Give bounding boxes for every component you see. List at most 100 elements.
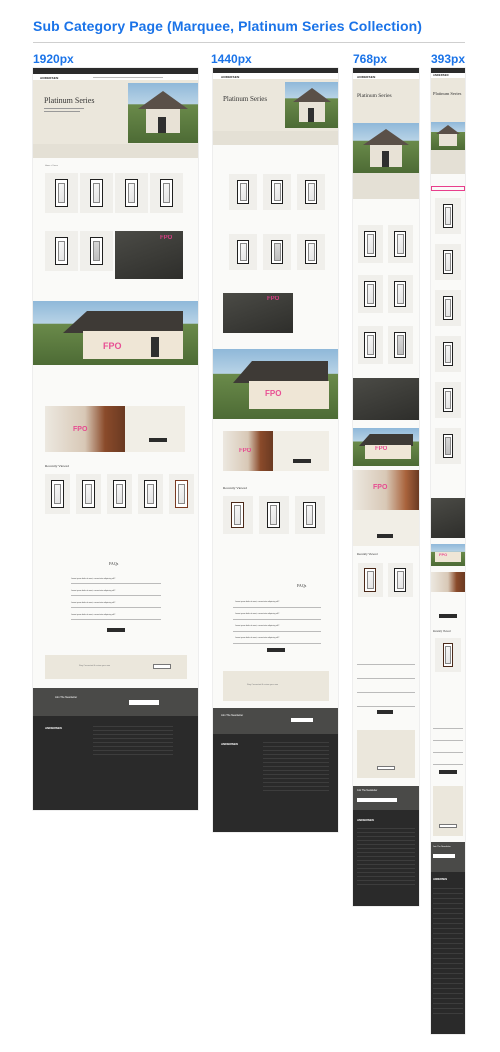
faq-question[interactable]: Lorem ipsum dolor sit amet, consectetur … — [71, 578, 115, 580]
faq-question[interactable]: Lorem ipsum dolor sit amet, consectetur … — [235, 637, 279, 639]
feature-cta[interactable] — [293, 459, 311, 463]
recent-card[interactable] — [76, 474, 101, 514]
newsletter-heading: Join The Newsletter — [221, 714, 244, 717]
brand-logo[interactable]: ANDERSEN — [221, 75, 239, 79]
faq-question[interactable]: Lorem ipsum dolor sit amet, consectetur … — [235, 613, 279, 615]
nav-links[interactable] — [93, 76, 163, 78]
product-card[interactable] — [358, 275, 383, 313]
newsletter-email-input[interactable] — [357, 798, 397, 802]
faq-more-button[interactable] — [267, 648, 285, 652]
promo-tile[interactable] — [431, 498, 465, 538]
recent-card[interactable] — [295, 496, 325, 534]
hero-title: Platinum Series — [223, 95, 268, 103]
recent-card[interactable] — [107, 474, 132, 514]
faq-divider — [71, 595, 161, 596]
product-card[interactable] — [80, 231, 113, 271]
footer-logo[interactable]: ANDERSEN — [221, 742, 238, 746]
footer: ANDERSEN — [353, 810, 419, 906]
product-card[interactable] — [115, 173, 148, 213]
newsletter-email-input[interactable] — [433, 854, 455, 858]
fpo-placeholder: FPO — [239, 448, 252, 454]
faq-divider — [433, 764, 463, 765]
fpo-placeholder: FPO — [73, 426, 88, 433]
product-card[interactable] — [388, 326, 413, 364]
footer: ANDERSEN — [33, 716, 198, 810]
feature-block — [431, 572, 465, 592]
breakpoint-label-768: 768px — [353, 52, 388, 66]
recent-card[interactable] — [223, 496, 253, 534]
footer-links[interactable] — [263, 742, 329, 792]
newsletter: Join The Newsletter — [353, 786, 419, 810]
promo-tile[interactable] — [353, 378, 419, 420]
promo-tile[interactable]: FPO — [115, 231, 183, 279]
product-card[interactable] — [435, 428, 461, 464]
faq-divider — [233, 631, 321, 632]
recent-card[interactable] — [138, 474, 163, 514]
product-card[interactable] — [435, 244, 461, 280]
footer-links[interactable] — [433, 888, 463, 1018]
recently-viewed-heading: Recently Viewed — [45, 464, 69, 468]
product-card[interactable] — [45, 231, 78, 271]
product-card[interactable] — [388, 275, 413, 313]
product-card[interactable] — [80, 173, 113, 213]
newsletter-heading: Join The Newsletter — [55, 696, 78, 699]
recent-card[interactable] — [388, 563, 413, 597]
faq-question[interactable]: Lorem ipsum dolor sit amet, consectetur … — [71, 602, 115, 604]
product-card[interactable] — [435, 382, 461, 418]
recent-card[interactable] — [169, 474, 194, 514]
brand-logo[interactable]: ANDERSEN — [40, 76, 58, 80]
store-banner-button[interactable] — [439, 824, 457, 828]
hero-title: Platinum Series — [433, 91, 462, 96]
product-card[interactable] — [388, 225, 413, 263]
product-card[interactable] — [435, 290, 461, 326]
product-card[interactable] — [297, 234, 325, 270]
feature-cta[interactable] — [439, 614, 457, 618]
lifestyle-image: FPO — [431, 544, 465, 566]
brand-logo[interactable]: ANDERSEN — [433, 74, 449, 77]
recent-card[interactable] — [45, 474, 70, 514]
newsletter-email-input[interactable] — [291, 718, 313, 722]
product-card[interactable] — [297, 174, 325, 210]
store-banner-button[interactable] — [153, 664, 171, 669]
faq-more-button[interactable] — [439, 770, 457, 774]
footer-logo[interactable]: ANDERSEN — [45, 726, 62, 730]
feature-cta[interactable] — [377, 534, 393, 538]
footer-logo[interactable]: ANDERSEN — [357, 818, 374, 822]
recent-card[interactable] — [259, 496, 289, 534]
promo-tile[interactable]: FPO — [223, 293, 293, 333]
hero-image — [431, 122, 465, 150]
faq-more-button[interactable] — [107, 628, 125, 632]
product-card[interactable] — [435, 336, 461, 372]
product-card[interactable] — [358, 225, 383, 263]
filter-bar-highlight[interactable] — [431, 186, 465, 191]
recent-card[interactable] — [358, 563, 383, 597]
faq-question[interactable]: Lorem ipsum dolor sit amet, consectetur … — [71, 590, 115, 592]
recent-card[interactable] — [435, 638, 461, 672]
hero-copy — [44, 108, 84, 109]
hero-image — [128, 83, 198, 143]
product-card[interactable] — [435, 198, 461, 234]
feature-block: FPO — [223, 431, 329, 471]
fpo-placeholder: FPO — [439, 552, 448, 557]
newsletter-email-input[interactable] — [129, 700, 159, 705]
footer-links[interactable] — [357, 828, 415, 888]
faq-question[interactable]: Lorem ipsum dolor sit amet, consectetur … — [235, 625, 279, 627]
footer-logo[interactable]: ANDERSEN — [433, 878, 447, 881]
faq-divider — [357, 692, 415, 693]
faq-divider — [233, 607, 321, 608]
store-banner — [433, 786, 463, 836]
faq-question[interactable]: Lorem ipsum dolor sit amet, consectetur … — [235, 601, 279, 603]
faq-question[interactable]: Lorem ipsum dolor sit amet, consectetur … — [71, 614, 115, 616]
brand-logo[interactable]: ANDERSEN — [357, 75, 375, 79]
product-card[interactable] — [263, 234, 291, 270]
footer-links[interactable] — [93, 726, 173, 756]
product-card[interactable] — [150, 173, 183, 213]
faq-more-button[interactable] — [377, 710, 393, 714]
product-card[interactable] — [45, 173, 78, 213]
product-card[interactable] — [229, 174, 257, 210]
store-banner-button[interactable] — [377, 766, 395, 770]
product-card[interactable] — [263, 174, 291, 210]
product-card[interactable] — [358, 326, 383, 364]
product-card[interactable] — [229, 234, 257, 270]
feature-cta[interactable] — [149, 438, 167, 442]
